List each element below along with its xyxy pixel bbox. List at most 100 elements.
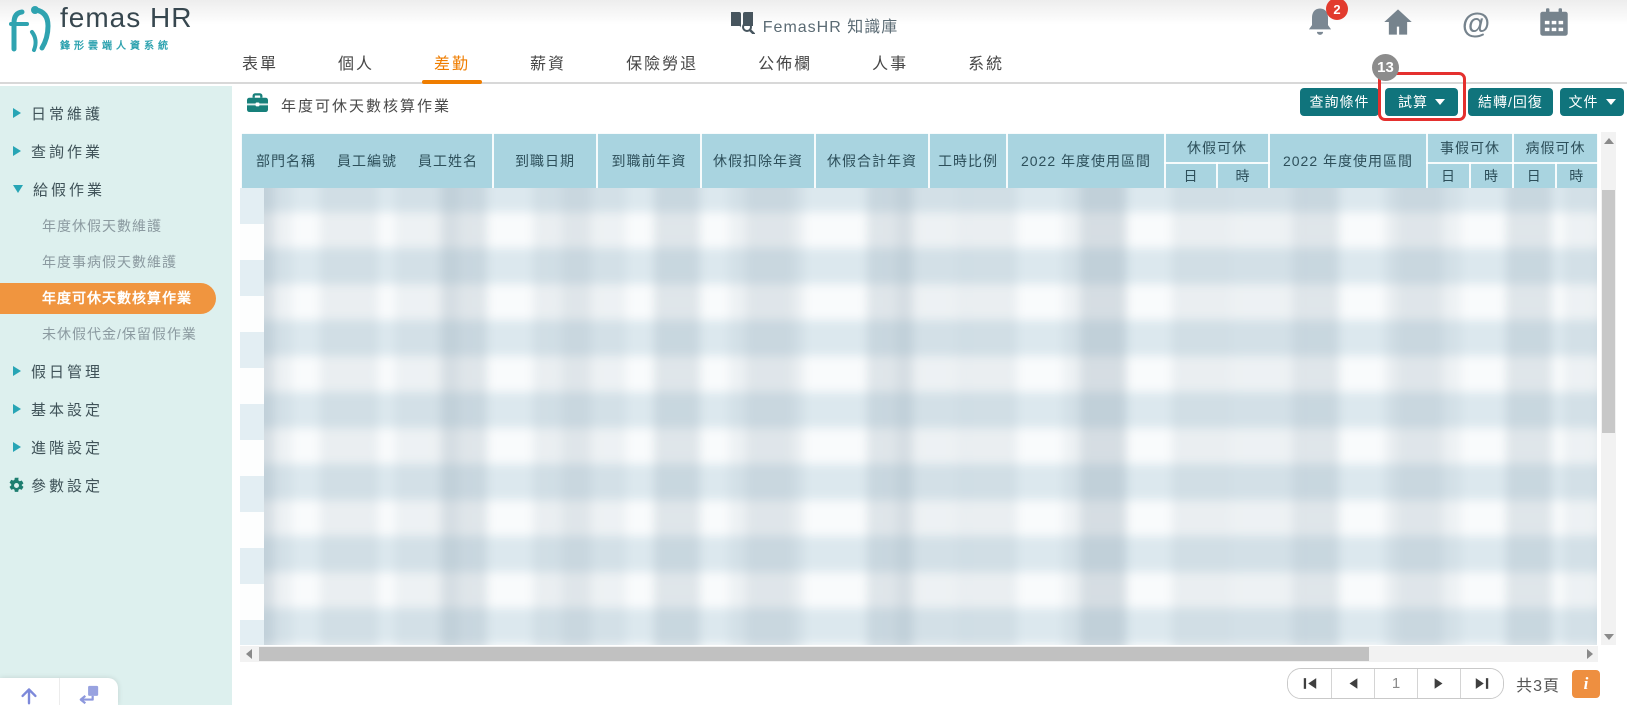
pager: 1 xyxy=(1287,668,1505,699)
transfer-restore-button[interactable]: 結轉/回復 xyxy=(1468,88,1553,116)
horizontal-scrollbar[interactable] xyxy=(240,646,1598,662)
notification-badge: 2 xyxy=(1326,0,1348,20)
next-page-button[interactable] xyxy=(1417,669,1461,698)
arrow-down-icon xyxy=(1603,633,1614,640)
nav-item-payroll[interactable]: 薪資 xyxy=(528,42,568,82)
last-page-icon xyxy=(1475,678,1489,689)
arrow-up-icon xyxy=(1603,137,1614,144)
first-page-button[interactable] xyxy=(1288,669,1332,698)
nav-item-attendance[interactable]: 差勤 xyxy=(422,42,483,84)
sidebar: 日常維護 查詢作業 給假作業 年度休假天數維護 年度事病假天數維護 年度可休天數核算作業未… xyxy=(0,86,232,705)
prev-page-button[interactable] xyxy=(1331,669,1375,698)
sidebar-item-unused-leave-compensation[interactable]: 未休假代金/保留假作業 xyxy=(0,316,232,352)
subcolumn-personal-day[interactable]: 日 xyxy=(1426,162,1471,190)
arrow-right-icon xyxy=(1586,649,1593,659)
frozen-left-column xyxy=(240,188,264,645)
column-header-dept: 部門名稱 xyxy=(256,153,316,169)
column-header-sick-leave-available[interactable]: 病假可休 xyxy=(1512,132,1599,164)
column-header-usage-period-2[interactable]: 2022 年度使用區間 xyxy=(1268,132,1428,190)
calendar-button[interactable] xyxy=(1536,6,1572,42)
sidebar-footer-panel xyxy=(0,678,118,705)
column-header-usage-period-1[interactable]: 2022 年度使用區間 xyxy=(1006,132,1166,190)
sidebar-item-advanced-settings[interactable]: 進階設定 xyxy=(0,428,232,466)
trial-calculation-button[interactable]: 試算 xyxy=(1385,88,1458,116)
data-grid-body-blurred[interactable] xyxy=(240,188,1597,645)
page-title: 年度可休天數核算作業 xyxy=(281,97,452,115)
scroll-left-button[interactable] xyxy=(240,646,257,662)
logo-subtitle: 鋒形雲端人資系統 xyxy=(60,41,172,52)
query-conditions-button[interactable]: 查詢條件 xyxy=(1300,88,1379,116)
subcolumn-annual-day[interactable]: 日 xyxy=(1164,162,1218,190)
knowledge-base-label: FemasHR 知識庫 xyxy=(762,18,899,36)
collapse-arrow-icon xyxy=(77,684,101,705)
column-header-leave-deduct-seniority[interactable]: 休假扣除年資 xyxy=(700,132,816,190)
sidebar-item-parameter-settings[interactable]: 參數設定 xyxy=(0,466,232,504)
horizontal-scroll-thumb[interactable] xyxy=(259,647,1369,661)
column-header-work-hour-ratio[interactable]: 工時比例 xyxy=(928,132,1008,190)
column-header-personal-leave-available[interactable]: 事假可休 xyxy=(1426,132,1514,164)
subcolumn-sick-hour[interactable]: 時 xyxy=(1554,162,1599,190)
sidebar-item-daily-maintenance[interactable]: 日常維護 xyxy=(0,94,232,132)
home-button[interactable] xyxy=(1380,6,1416,42)
page-header: 年度可休天數核算作業 xyxy=(246,92,451,118)
last-page-button[interactable] xyxy=(1460,669,1504,698)
briefcase-icon xyxy=(246,92,269,118)
column-header-emp-no: 員工編號 xyxy=(337,153,397,169)
next-page-icon xyxy=(1434,678,1443,689)
column-header-emp-name: 員工姓名 xyxy=(418,153,478,169)
chevron-right-icon xyxy=(13,366,21,376)
notifications-button[interactable]: 2 xyxy=(1302,0,1348,42)
column-header-employee-group[interactable]: 部門名稱 員工編號 員工姓名 xyxy=(240,132,494,190)
nav-item-hr[interactable]: 人事 xyxy=(870,42,910,82)
sidebar-item-query-operations[interactable]: 查詢作業 xyxy=(0,132,232,170)
arrow-up-icon xyxy=(18,684,40,705)
nav-item-bulletin[interactable]: 公佈欄 xyxy=(756,42,814,82)
sidebar-item-annual-available-days-calculation[interactable]: 年度可休天數核算作業 xyxy=(0,280,232,316)
sidebar-item-leave-granting[interactable]: 給假作業 xyxy=(0,170,232,208)
subcolumn-annual-hour[interactable]: 時 xyxy=(1216,162,1270,190)
nav-item-system[interactable]: 系統 xyxy=(966,42,1006,82)
collapse-sidebar-button[interactable] xyxy=(58,678,119,705)
total-pages-label: 共3頁 xyxy=(1516,677,1560,695)
scroll-down-button[interactable] xyxy=(1601,628,1616,645)
active-item-pill: 年度可休天數核算作業 xyxy=(0,282,216,314)
main-nav: 表單 個人 差勤 薪資 保險勞退 公佈欄 人事 系統 xyxy=(240,42,1006,84)
subcolumn-personal-hour[interactable]: 時 xyxy=(1469,162,1514,190)
chevron-right-icon xyxy=(13,404,21,414)
book-search-icon xyxy=(729,10,756,39)
nav-item-insurance-pension[interactable]: 保險勞退 xyxy=(624,42,700,82)
column-header-leave-total-seniority[interactable]: 休假合計年資 xyxy=(814,132,930,190)
sidebar-item-annual-leave-days-maintenance[interactable]: 年度休假天數維護 xyxy=(0,208,232,244)
column-header-hire-date[interactable]: 到職日期 xyxy=(492,132,598,190)
sidebar-item-annual-personal-sick-days-maintenance[interactable]: 年度事病假天數維護 xyxy=(0,244,232,280)
calendar-icon xyxy=(1538,7,1570,42)
mention-button[interactable]: @ xyxy=(1458,6,1494,42)
scroll-top-button[interactable] xyxy=(0,678,59,705)
first-page-icon xyxy=(1303,678,1316,689)
annotation-step-badge: 13 xyxy=(1372,54,1399,81)
sidebar-item-basic-settings[interactable]: 基本設定 xyxy=(0,390,232,428)
home-icon xyxy=(1382,7,1414,42)
info-button[interactable]: i xyxy=(1572,669,1600,698)
gear-icon xyxy=(9,477,24,492)
vertical-scroll-thumb[interactable] xyxy=(1602,190,1615,433)
chevron-right-icon xyxy=(13,108,21,118)
chevron-down-icon xyxy=(1605,99,1616,105)
scroll-right-button[interactable] xyxy=(1581,646,1598,662)
document-button[interactable]: 文件 xyxy=(1560,88,1624,116)
top-icon-bar: 2 @ xyxy=(1302,0,1572,42)
chevron-right-icon xyxy=(13,146,21,156)
sidebar-item-holiday-management[interactable]: 假日管理 xyxy=(0,352,232,390)
nav-item-personal[interactable]: 個人 xyxy=(336,42,376,82)
column-header-pre-hire-seniority[interactable]: 到職前年資 xyxy=(596,132,702,190)
scroll-up-button[interactable] xyxy=(1601,132,1616,149)
vertical-scrollbar[interactable] xyxy=(1601,132,1616,645)
prev-page-icon xyxy=(1349,678,1358,689)
column-header-annual-leave-available[interactable]: 休假可休 xyxy=(1164,132,1270,164)
pagination-bar: 1 共3頁 i xyxy=(1287,668,1600,699)
nav-item-forms[interactable]: 表單 xyxy=(240,42,280,82)
subcolumn-sick-day[interactable]: 日 xyxy=(1512,162,1557,190)
chevron-down-icon xyxy=(1435,99,1445,105)
current-page-field[interactable]: 1 xyxy=(1374,669,1418,698)
at-icon: @ xyxy=(1461,7,1491,40)
